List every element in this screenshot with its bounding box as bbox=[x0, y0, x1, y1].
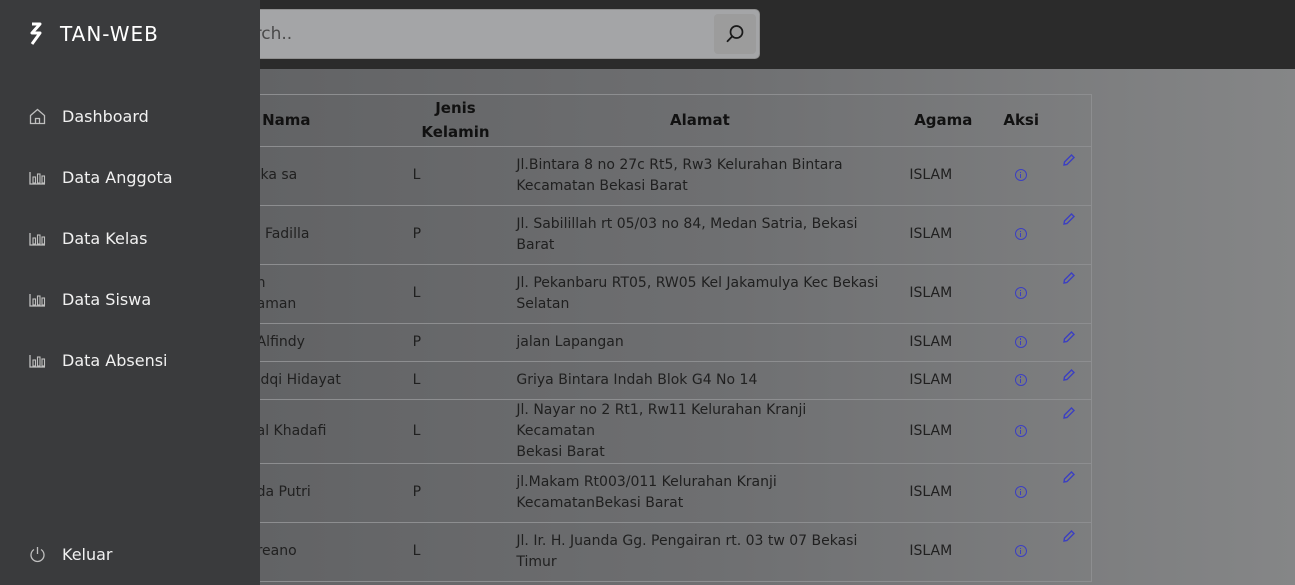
cell-nama: ika sa bbox=[252, 146, 403, 206]
column-header-edit bbox=[1051, 95, 1091, 147]
sidebar-item-label: Data Kelas bbox=[62, 228, 148, 248]
table-row: ika sa L Jl.Bintara 8 no 27c Rt5, Rw3 Ke… bbox=[161, 146, 1091, 206]
cell-alamat: jalan Lapangan bbox=[508, 323, 896, 362]
info-icon[interactable] bbox=[1015, 424, 1028, 437]
sidebar-item-data-kelas[interactable]: Data Kelas bbox=[28, 224, 147, 252]
cell-alamat: Jl. Pekanbaru RT05, RW05 Kel Jakamulya K… bbox=[508, 264, 896, 324]
bar-chart-icon bbox=[29, 354, 46, 368]
cell-agama: ISLAM bbox=[895, 205, 992, 265]
table-row: i Fadilla P Jl. Sabilillah rt 05/03 no 8… bbox=[161, 205, 1091, 265]
table-row: reano L Jl. Ir. H. Juanda Gg. Pengairan … bbox=[161, 522, 1091, 582]
data-table-container: Nama Jenis Kelamin Alamat Agama Aksi ika… bbox=[160, 94, 1092, 582]
search-box bbox=[200, 9, 760, 59]
cell-nama: da Putri bbox=[252, 463, 403, 523]
data-table: Nama Jenis Kelamin Alamat Agama Aksi ika… bbox=[161, 95, 1091, 582]
sidebar-item-label: Data Absensi bbox=[62, 350, 168, 370]
column-header-aksi: Aksi bbox=[991, 95, 1052, 147]
cell-jenis-kelamin: L bbox=[402, 361, 509, 400]
logout-button[interactable]: Keluar bbox=[28, 540, 113, 568]
cell-jenis-kelamin: L bbox=[402, 264, 509, 324]
column-header-kelamin: Kelamin bbox=[421, 123, 490, 142]
home-icon bbox=[29, 108, 46, 124]
pencil-icon[interactable] bbox=[1063, 330, 1075, 343]
cell-nama: al Khadafi bbox=[252, 399, 403, 464]
cell-agama: ISLAM bbox=[895, 264, 992, 324]
cell-nama: i Fadilla bbox=[252, 205, 403, 265]
sidebar-item-label: Data Siswa bbox=[62, 289, 152, 309]
brand-name: TAN-WEB bbox=[60, 22, 159, 46]
info-icon[interactable] bbox=[1015, 335, 1028, 348]
cell-alamat: Griya Bintara Indah Blok G4 No 14 bbox=[508, 361, 896, 400]
column-header-alamat: Alamat bbox=[508, 95, 896, 147]
table-row: idqi Hidayat L Griya Bintara Indah Blok … bbox=[161, 361, 1091, 400]
column-header-nama: Nama bbox=[252, 95, 403, 147]
logo-icon bbox=[30, 22, 42, 45]
bar-chart-icon bbox=[29, 171, 46, 185]
sidebar-item-label: Dashboard bbox=[62, 106, 149, 126]
cell-agama: ISLAM bbox=[895, 361, 992, 400]
cell-jenis-kelamin: L bbox=[402, 399, 509, 464]
sidebar-item-dashboard[interactable]: Dashboard bbox=[28, 102, 149, 130]
cell-jenis-kelamin: L bbox=[402, 146, 509, 206]
info-icon[interactable] bbox=[1015, 287, 1028, 299]
cell-jenis-kelamin: P bbox=[402, 205, 509, 265]
bar-chart-icon bbox=[29, 293, 46, 307]
cell-agama: ISLAM bbox=[895, 463, 992, 523]
cell-nama: idqi Hidayat bbox=[252, 361, 403, 400]
cell-alamat: Jl. Nayar no 2 Rt1, Rw11 Kelurahan Kranj… bbox=[508, 399, 896, 464]
sidebar-item-data-absensi[interactable]: Data Absensi bbox=[28, 346, 168, 374]
info-icon[interactable] bbox=[1015, 545, 1028, 557]
cell-alamat: Jl. Sabilillah rt 05/03 no 84, Medan Sat… bbox=[508, 205, 896, 265]
sidebar: TAN-WEB Dashboard Data Anggota Data Kela… bbox=[0, 0, 260, 585]
cell-alamat: jl.Makam Rt003/011 Kelurahan Kranji Kecam… bbox=[508, 463, 896, 523]
pencil-icon[interactable] bbox=[1063, 368, 1075, 381]
cell-agama: ISLAM bbox=[895, 522, 992, 582]
search-input[interactable] bbox=[201, 10, 706, 58]
pencil-icon[interactable] bbox=[1063, 470, 1075, 483]
cell-jenis-kelamin: P bbox=[402, 463, 509, 523]
pencil-icon[interactable] bbox=[1063, 271, 1075, 284]
info-icon[interactable] bbox=[1015, 486, 1028, 498]
power-icon bbox=[30, 546, 45, 562]
table-row: n aman L Jl. Pekanbaru RT05, RW05 Kel Jak… bbox=[161, 264, 1091, 324]
cell-agama: ISLAM bbox=[895, 399, 992, 464]
pencil-icon[interactable] bbox=[1063, 212, 1075, 225]
search-button[interactable] bbox=[714, 14, 756, 54]
cell-nama: n aman bbox=[252, 264, 403, 324]
info-icon[interactable] bbox=[1015, 373, 1028, 386]
cell-jenis-kelamin: P bbox=[402, 323, 509, 362]
cell-nama: Alfindy bbox=[252, 323, 403, 362]
table-row: Alfindy P jalan Lapangan ISLAM bbox=[161, 323, 1091, 362]
cell-agama: ISLAM bbox=[895, 323, 992, 362]
sidebar-item-data-siswa[interactable]: Data Siswa bbox=[28, 285, 151, 313]
sidebar-item-data-anggota[interactable]: Data Anggota bbox=[28, 163, 173, 191]
cell-jenis-kelamin: L bbox=[402, 522, 509, 582]
cell-alamat: Jl. Ir. H. Juanda Gg. Pengairan rt. 03 t… bbox=[508, 522, 896, 582]
pencil-icon[interactable] bbox=[1063, 406, 1075, 419]
table-row: al Khadafi L Jl. Nayar no 2 Rt1, Rw11 Ke… bbox=[161, 399, 1091, 464]
sidebar-item-label: Data Anggota bbox=[62, 167, 173, 187]
info-icon[interactable] bbox=[1015, 169, 1028, 181]
cell-alamat: Jl.Bintara 8 no 27c Rt5, Rw3 Kelurahan B… bbox=[508, 146, 896, 206]
column-header-jenis-kelamin: Jenis Kelamin bbox=[402, 95, 509, 147]
column-header-agama: Agama bbox=[895, 95, 992, 147]
search-icon bbox=[726, 25, 744, 43]
bar-chart-icon bbox=[29, 232, 46, 246]
logout-label: Keluar bbox=[62, 544, 113, 564]
info-icon[interactable] bbox=[1015, 228, 1028, 240]
pencil-icon[interactable] bbox=[1063, 529, 1075, 542]
cell-agama: ISLAM bbox=[895, 146, 992, 206]
table-row: da Putri P jl.Makam Rt003/011 Kelurahan … bbox=[161, 463, 1091, 523]
table-header-row: Nama Jenis Kelamin Alamat Agama Aksi bbox=[161, 95, 1091, 147]
pencil-icon[interactable] bbox=[1063, 153, 1075, 166]
column-header-jenis: Jenis bbox=[435, 99, 476, 118]
brand[interactable]: TAN-WEB bbox=[27, 22, 159, 46]
cell-nama: reano bbox=[252, 522, 403, 582]
